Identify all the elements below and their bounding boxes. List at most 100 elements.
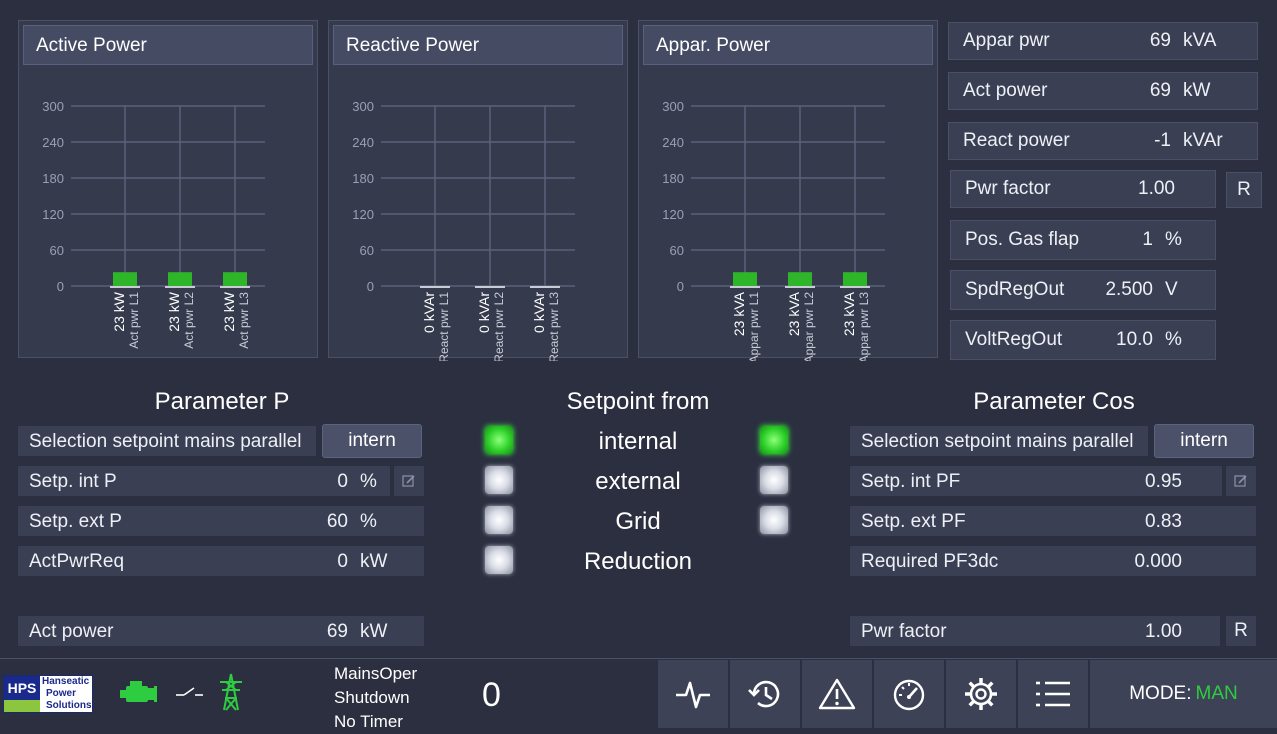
param-label: Act power — [29, 621, 114, 642]
param-unit: kW — [360, 621, 388, 642]
gauge-icon — [893, 679, 925, 711]
value-unit: % — [1165, 229, 1182, 250]
param-label: Setp. ext PF — [861, 511, 966, 532]
param-value: 1.00 — [1145, 621, 1182, 642]
warning-icon — [818, 678, 856, 710]
menu-list-icon — [1036, 681, 1070, 707]
chart-panel-apparent-power: Appar. Power 0 60 120 180 240 300 23 kVA Appar … — [638, 20, 938, 361]
mode-indicator[interactable]: MODE: MAN — [1090, 660, 1277, 728]
value-number: -1 — [1154, 130, 1171, 151]
y-tick-label: 60 — [50, 243, 64, 258]
bar — [168, 272, 192, 286]
status-line-timer: No Timer — [334, 712, 403, 731]
param-value: 60 — [326, 511, 348, 532]
nav-menu-button[interactable] — [1018, 660, 1088, 728]
chart-active-power: 06012018024030023 kW Act pwr L1 23 kW Act p… — [42, 99, 265, 349]
nav-settings-button[interactable] — [946, 660, 1016, 728]
y-tick-label: 60 — [670, 243, 684, 258]
value-label: VoltRegOut — [965, 329, 1063, 350]
led-external-cos — [760, 466, 788, 494]
bar-category-label: Appar pwr L3 — [857, 292, 871, 361]
y-tick-label: 120 — [352, 207, 374, 222]
y-tick-label: 240 — [352, 135, 374, 150]
bar-value-label: 23 kVA — [786, 291, 802, 336]
param-cos-setp-int-row: Setp. int PF 0.95 — [850, 466, 1222, 496]
value-act-power: Act power 69 kW — [948, 72, 1258, 110]
value-react-power: React power -1 kVAr — [948, 122, 1258, 160]
value-number: 2.500 — [1105, 279, 1153, 300]
pwr-factor-reset-button[interactable]: R — [1226, 172, 1262, 208]
settings-icon — [965, 678, 997, 710]
bar-category-label: Act pwr L2 — [182, 292, 196, 349]
bar-value-label: 0 kVAr — [421, 292, 437, 333]
setpoint-internal-label: internal — [598, 428, 678, 455]
led-grid-cos — [760, 506, 788, 534]
param-unit: % — [360, 511, 377, 532]
param-p-act-power-row: Act power 69 kW — [18, 616, 424, 646]
param-label: ActPwrReq — [29, 551, 125, 572]
param-value: 0.000 — [1134, 551, 1182, 572]
value-number: 1.00 — [1138, 178, 1175, 199]
param-cos-setp-ext-row: Setp. ext PF 0.83 — [850, 506, 1256, 536]
setpoint-from-title: Setpoint from — [566, 388, 710, 415]
nav-history-button[interactable] — [730, 660, 800, 728]
param-cos-selection-intern-button[interactable]: intern — [1154, 424, 1254, 458]
led-grid-p — [485, 506, 513, 534]
nav-gauge-button[interactable] — [874, 660, 944, 728]
param-p-selection-intern-button[interactable]: intern — [322, 424, 422, 458]
param-label: Setp. int PF — [861, 471, 961, 492]
setpoint-reduction-label: Reduction — [583, 548, 693, 575]
bar-value-label: 23 kVA — [731, 291, 747, 336]
value-label: SpdRegOut — [965, 279, 1065, 300]
bar-category-label: Act pwr L1 — [127, 292, 141, 349]
engine-icon — [120, 681, 157, 702]
y-tick-label: 300 — [42, 99, 64, 114]
param-cos-pwr-factor-reset-button[interactable]: R — [1226, 616, 1256, 646]
param-label: Pwr factor — [861, 621, 947, 642]
value-label: Act power — [963, 80, 1048, 101]
value-unit: kVA — [1183, 30, 1217, 51]
param-unit: % — [360, 471, 377, 492]
y-tick-label: 180 — [662, 171, 684, 186]
edit-icon — [402, 475, 415, 487]
value-voltregout: VoltRegOut 10.0 % — [950, 320, 1216, 360]
value-unit: kVAr — [1183, 130, 1223, 151]
status-text: MainsOper Shutdown No Timer — [334, 662, 417, 734]
bar-value-label: 0 kVAr — [531, 292, 547, 333]
y-tick-label: 0 — [677, 279, 684, 294]
y-tick-label: 240 — [42, 135, 64, 150]
value-spdregout: SpdRegOut 2.500 V — [950, 270, 1216, 310]
led-reduction-p — [485, 546, 513, 574]
value-pwr-factor: Pwr factor 1.00 — [950, 170, 1216, 208]
logo-line3: Solutions — [46, 700, 92, 711]
bar — [113, 272, 137, 286]
bar — [788, 272, 812, 286]
param-cos-setp-int-edit-button[interactable] — [1226, 466, 1256, 496]
value-number: 10.0 — [1116, 329, 1153, 350]
param-p-setp-int-edit-button[interactable] — [394, 466, 424, 496]
param-value: 69 — [326, 621, 348, 642]
mode-value: MAN — [1195, 683, 1238, 704]
value-unit: % — [1165, 329, 1182, 350]
bar — [733, 272, 757, 286]
y-tick-label: 240 — [662, 135, 684, 150]
chart-panel-active-power: Active Power 0 60 120 180 240 300 23 kW Act pwr… — [18, 20, 318, 358]
logo-line1: Hanseatic — [42, 676, 90, 687]
bar — [843, 272, 867, 286]
bar — [223, 272, 247, 286]
nav-measurements-button[interactable] — [658, 660, 728, 728]
nav-alarms-button[interactable] — [802, 660, 872, 728]
setpoint-external-label: external — [595, 468, 681, 495]
counter-value: 0 — [482, 676, 501, 714]
history-icon — [748, 680, 780, 708]
chart-reactive-power: 0601201802403000 kVAr React pwr L1 0 kVAr R… — [352, 99, 575, 361]
value-label: Pos. Gas flap — [965, 229, 1080, 250]
pulse-icon — [676, 681, 710, 709]
y-tick-label: 300 — [662, 99, 684, 114]
param-p-actpwrreq-row: ActPwrReq 0 kW — [18, 546, 424, 576]
param-value: 0.83 — [1145, 511, 1182, 532]
logo-accent — [4, 700, 40, 712]
chart-title: Reactive Power — [333, 25, 623, 65]
led-internal-p — [485, 426, 513, 454]
y-tick-label: 60 — [360, 243, 374, 258]
